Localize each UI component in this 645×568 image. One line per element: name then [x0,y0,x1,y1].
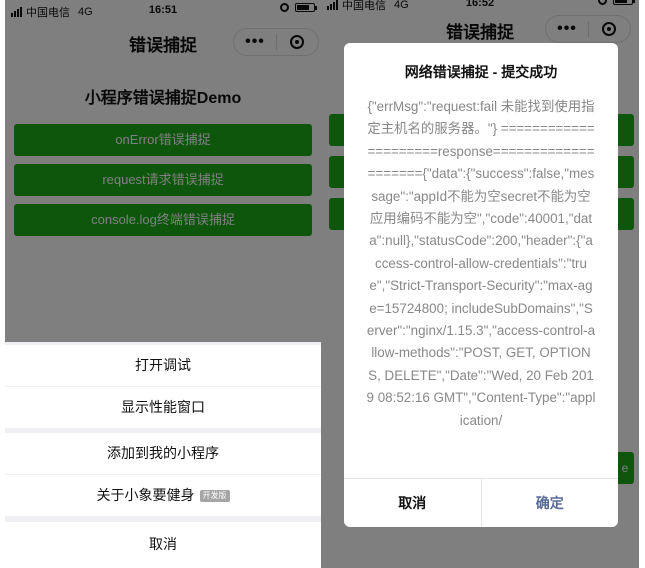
about-miniprogram-option[interactable]: 关于小象要健身 开发版 [5,475,321,516]
show-performance-option[interactable]: 显示性能窗口 [5,387,321,428]
modal-title: 网络错误捕捉 - 提交成功 [404,64,558,80]
left-phone-screen: 中国电信 4G 16:51 错误捕捉 ••• 小程序错误捕捉Demo onErr… [5,0,321,568]
action-sheet: 打开调试 显示性能窗口 添加到我的小程序 关于小象要健身 开发版 取消 [5,342,321,568]
about-label: 关于小象要健身 [96,487,195,503]
open-debug-option[interactable]: 打开调试 [5,345,321,386]
result-modal: 网络错误捕捉 - 提交成功 {"errMsg":"request:fail 未能… [344,43,618,527]
modal-confirm-button[interactable]: 确定 [482,479,619,527]
modal-cancel-button[interactable]: 取消 [344,479,482,527]
dev-version-badge: 开发版 [199,490,230,503]
modal-content: {"errMsg":"request:fail 未能找到使用指定主机名的服务器。… [366,99,596,428]
add-to-my-miniprogram-option[interactable]: 添加到我的小程序 [5,433,321,474]
modal-footer: 取消 确定 [344,478,618,527]
cancel-sheet-button[interactable]: 取消 [5,522,321,568]
right-phone-screen: 中国电信 4G 16:52 错误捕捉 ••• e 网络错误捕捉 - 提交成功 {… [321,0,639,568]
